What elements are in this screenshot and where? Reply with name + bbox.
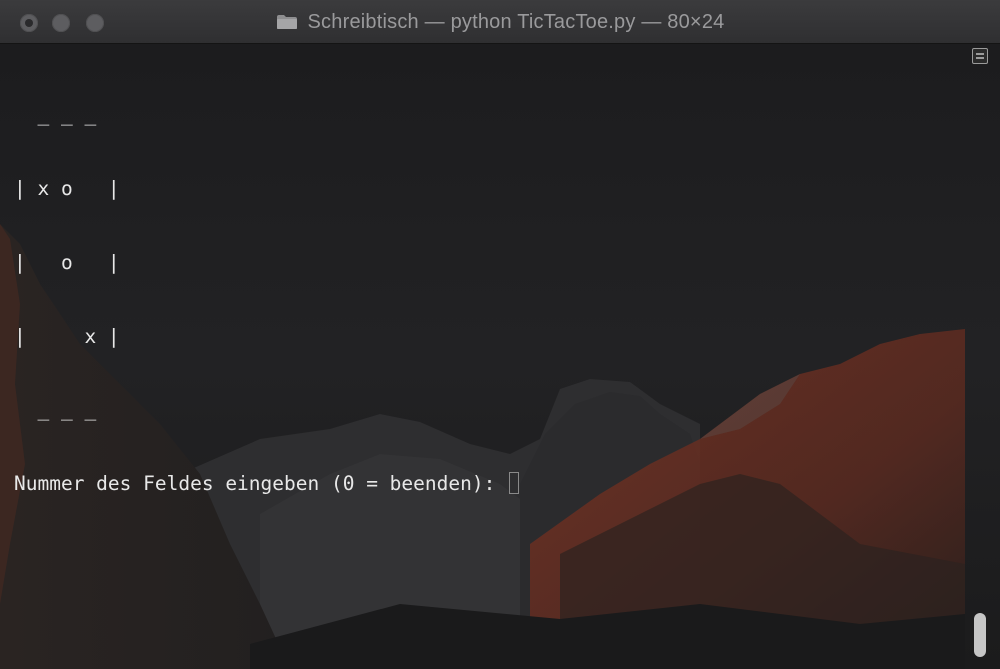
window-title-area: Schreibtisch — python TicTacToe.py — 80×… <box>0 0 1000 44</box>
window-title: Schreibtisch — python TicTacToe.py — 80×… <box>307 10 725 33</box>
folder-icon <box>276 14 298 30</box>
board-row-1: | x o | <box>14 176 120 200</box>
board-top-border: _ _ _ <box>14 103 97 127</box>
terminal-content[interactable]: _ _ _ | x o | | o | | x | _ _ _ Nummer d… <box>0 44 1000 669</box>
text-cursor[interactable] <box>509 472 520 495</box>
terminal-output: _ _ _ | x o | | o | | x | _ _ _ Nummer d… <box>14 54 520 546</box>
split-pane-icon[interactable] <box>972 48 988 64</box>
title-bar[interactable]: Schreibtisch — python TicTacToe.py — 80×… <box>0 0 1000 44</box>
terminal-window: Schreibtisch — python TicTacToe.py — 80×… <box>0 0 1000 669</box>
board-bottom-border: _ _ _ <box>14 398 97 422</box>
input-prompt: Nummer des Feldes eingeben (0 = beenden)… <box>14 472 508 496</box>
board-row-2: | o | <box>14 250 120 274</box>
scroll-thumb[interactable] <box>974 613 986 657</box>
vertical-scrollbar[interactable] <box>968 44 992 669</box>
input-line[interactable]: Nummer des Feldes eingeben (0 = beenden)… <box>14 472 520 497</box>
board-row-3: | x | <box>14 324 120 348</box>
